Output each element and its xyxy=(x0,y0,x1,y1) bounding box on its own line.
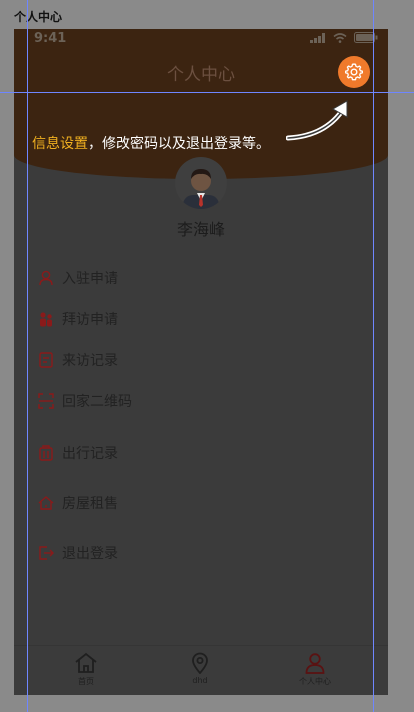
pointer-arrow-icon xyxy=(286,100,348,141)
avatar[interactable] xyxy=(175,157,227,209)
menu-item-travel-records[interactable]: 出行记录 xyxy=(38,441,118,465)
status-bar: 9:41 xyxy=(14,29,388,49)
house-icon xyxy=(38,495,54,511)
home-icon xyxy=(75,652,97,673)
tab-home[interactable]: 首页 xyxy=(56,652,116,687)
battery-icon xyxy=(354,32,378,43)
menu-item-label: 入驻申请 xyxy=(62,271,118,287)
menu-item-house-rental[interactable]: 房屋租售 xyxy=(38,491,118,515)
menu-item-label: 来访记录 xyxy=(62,353,118,369)
menu-item-logout[interactable]: 退出登录 xyxy=(38,541,118,565)
guide-line xyxy=(373,0,374,712)
user-icon xyxy=(305,653,325,674)
tab-label: 首页 xyxy=(78,677,94,686)
guide-line xyxy=(27,0,28,712)
status-icons xyxy=(310,32,378,43)
signal-icon xyxy=(310,32,325,43)
menu-item-label: 拜访申请 xyxy=(62,312,118,328)
guide-line xyxy=(0,92,414,93)
tab-profile[interactable]: 个人中心 xyxy=(285,652,345,687)
menu-item-label: 出行记录 xyxy=(62,446,118,462)
tab-label: 个人中心 xyxy=(299,677,331,686)
menu-item-home-qrcode[interactable]: 回家二维码 xyxy=(38,389,132,413)
person-icon xyxy=(38,270,54,286)
travel-icon xyxy=(38,445,54,461)
wifi-icon xyxy=(333,32,347,43)
tooltip-text: ，修改密码以及退出登录等。 xyxy=(88,136,270,152)
visitors-icon xyxy=(38,311,54,327)
username: 李海峰 xyxy=(176,220,225,239)
location-icon xyxy=(192,652,208,674)
page-label: 个人中心 xyxy=(14,10,63,24)
menu-item-label: 房屋租售 xyxy=(62,496,118,512)
menu-item-label: 退出登录 xyxy=(62,546,118,562)
tab-label: dhd xyxy=(192,676,208,685)
record-icon xyxy=(38,352,54,368)
status-time: 9:41 xyxy=(34,31,67,46)
tab-location[interactable]: dhd xyxy=(170,652,230,685)
page-title: 个人中心 xyxy=(167,65,235,85)
menu-item-visit-application[interactable]: 拜访申请 xyxy=(38,307,118,331)
logout-icon xyxy=(38,545,54,561)
tooltip-highlight: 信息设置 xyxy=(32,136,88,152)
menu-item-visit-records[interactable]: 来访记录 xyxy=(38,348,118,372)
settings-button[interactable] xyxy=(338,56,370,88)
guide-tooltip: 信息设置，修改密码以及退出登录等。 xyxy=(32,133,270,153)
menu-item-entry-application[interactable]: 入驻申请 xyxy=(38,266,118,290)
tab-bar: 首页 dhd 个人中心 xyxy=(14,645,388,695)
qrcode-icon xyxy=(38,393,54,409)
menu-item-label: 回家二维码 xyxy=(62,394,132,410)
gear-icon xyxy=(345,63,363,81)
